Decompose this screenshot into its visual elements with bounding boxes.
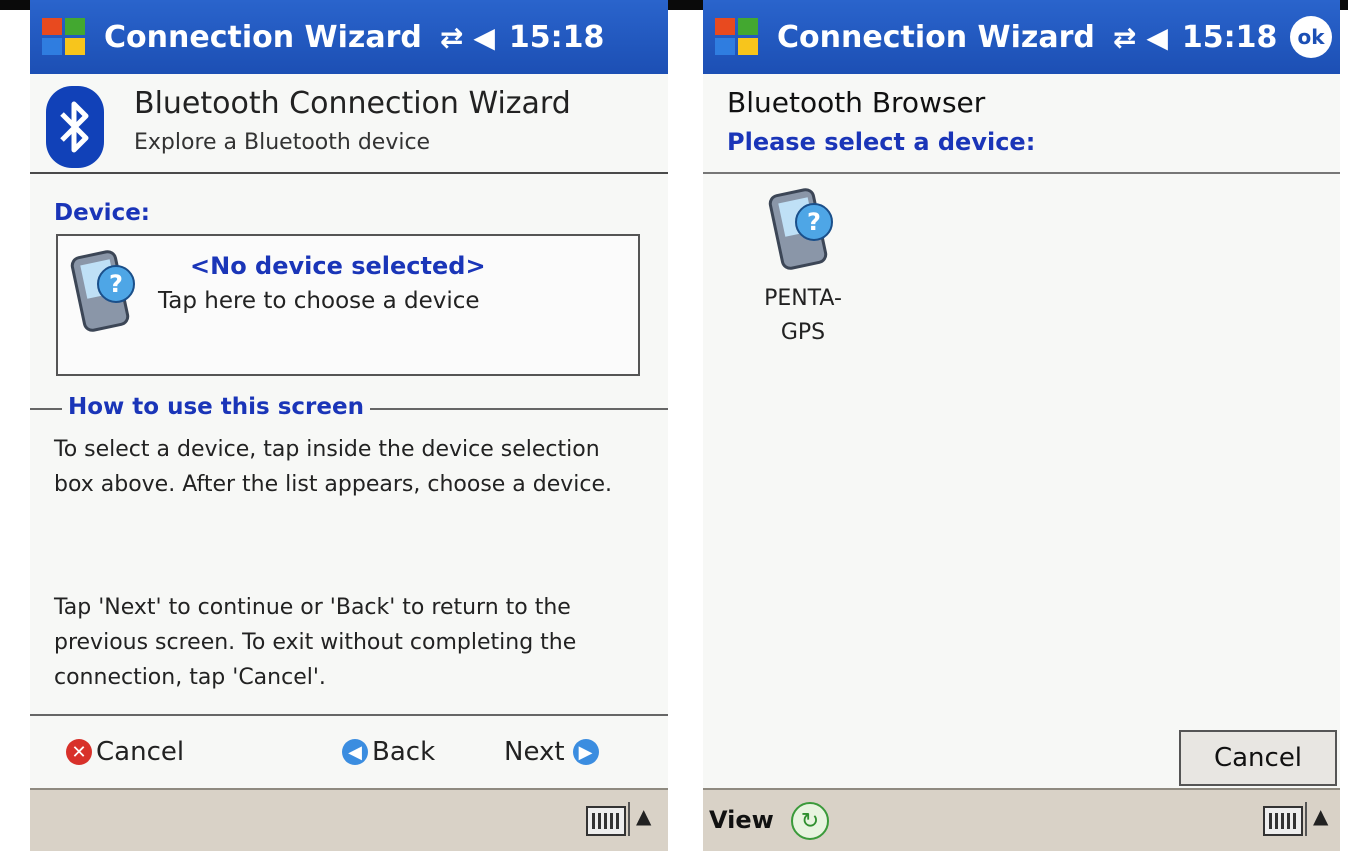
- input-separator: [1305, 802, 1307, 836]
- browser-cancel-button[interactable]: Cancel: [1179, 730, 1337, 786]
- wizard-subtitle: Explore a Bluetooth device: [134, 130, 431, 155]
- input-separator: [628, 802, 630, 836]
- left-title-text: Connection Wizard: [104, 19, 422, 55]
- right-clock[interactable]: 15:18: [1182, 20, 1278, 55]
- browser-divider: [703, 172, 1340, 174]
- input-menu-arrow-icon[interactable]: ▲: [1313, 804, 1328, 828]
- bluetooth-icon: [46, 86, 104, 168]
- wizard-title: Bluetooth Connection Wizard: [134, 86, 571, 121]
- back-label: Back: [372, 737, 436, 767]
- next-arrow-icon: ▶: [572, 739, 599, 765]
- left-screen: Connection Wizard ⇄ ◀ 15:18 Bluetooth Co…: [30, 0, 668, 851]
- howto-paragraph-1: To select a device, tap inside the devic…: [54, 437, 613, 497]
- refresh-icon[interactable]: ↻: [791, 802, 829, 840]
- ok-button[interactable]: ok: [1290, 16, 1332, 58]
- next-label: Next: [504, 737, 565, 767]
- connectivity-icon[interactable]: ⇄: [1113, 21, 1136, 54]
- windows-start-icon[interactable]: [711, 14, 763, 60]
- back-button[interactable]: ◀ Back: [342, 730, 435, 774]
- device-label-line-1: PENTA-: [764, 286, 842, 311]
- choose-device-hint: Tap here to choose a device: [158, 288, 480, 314]
- svg-text:?: ?: [109, 270, 123, 298]
- device-label-line-2: GPS: [780, 320, 826, 345]
- cancel-label: Cancel: [96, 737, 185, 767]
- browser-subtitle: Please select a device:: [727, 128, 1036, 156]
- cancel-x-icon: ✕: [66, 739, 92, 765]
- svg-text:?: ?: [807, 208, 821, 236]
- windows-start-icon[interactable]: [38, 14, 90, 60]
- device-label: Device:: [54, 200, 150, 226]
- left-clock[interactable]: 15:18: [509, 20, 605, 55]
- header-divider: [30, 172, 668, 174]
- howto-paragraph-2: Tap 'Next' to continue or 'Back' to retu…: [54, 595, 577, 690]
- footer-divider: [30, 714, 668, 716]
- speaker-icon[interactable]: ◀: [1146, 21, 1168, 54]
- input-menu-arrow-icon[interactable]: ▲: [636, 804, 651, 828]
- keyboard-icon[interactable]: [1263, 806, 1303, 836]
- left-menu-bar: ▲: [30, 788, 668, 851]
- cancel-button[interactable]: ✕ Cancel: [66, 730, 184, 774]
- back-arrow-icon: ◀: [342, 739, 368, 765]
- browser-title: Bluetooth Browser: [727, 86, 986, 119]
- device-selection-box[interactable]: ? <No device selected> Tap here to choos…: [56, 234, 640, 376]
- pda-unknown-device-icon: ?: [743, 186, 863, 276]
- speaker-icon[interactable]: ◀: [473, 21, 495, 54]
- next-button[interactable]: Next ▶: [504, 730, 603, 774]
- device-item-penta-gps[interactable]: ? PENTA- GPS: [743, 186, 863, 350]
- howto-heading: How to use this screen: [62, 394, 370, 420]
- right-title-text: Connection Wizard: [777, 19, 1095, 55]
- pda-unknown-device-icon: ?: [70, 248, 140, 338]
- selected-device-name: <No device selected>: [190, 252, 486, 280]
- keyboard-icon[interactable]: [586, 806, 626, 836]
- connectivity-icon[interactable]: ⇄: [440, 21, 463, 54]
- view-menu[interactable]: View: [709, 806, 774, 834]
- right-menu-bar: View ↻ ▲: [703, 788, 1340, 851]
- right-screen: Connection Wizard ⇄ ◀ 15:18 ok Bluetooth…: [703, 0, 1340, 851]
- left-title-bar: Connection Wizard ⇄ ◀ 15:18: [30, 0, 668, 74]
- right-title-bar: Connection Wizard ⇄ ◀ 15:18 ok: [703, 0, 1340, 74]
